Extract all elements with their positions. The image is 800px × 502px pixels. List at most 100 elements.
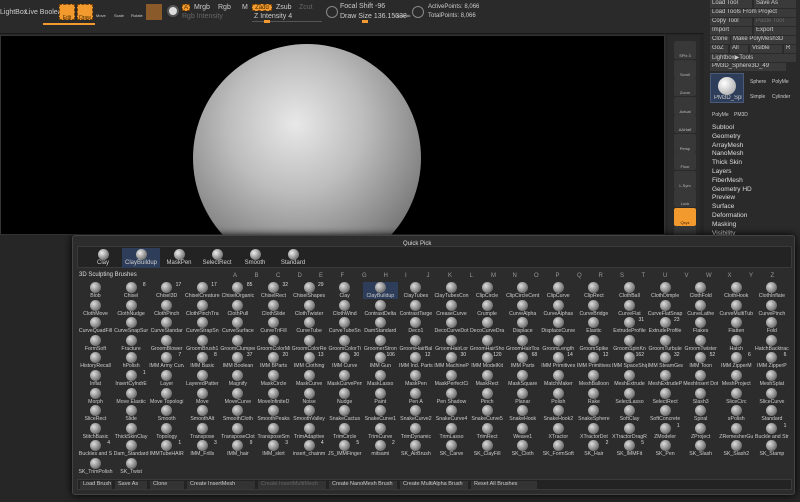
reset-all-brushes-button[interactable]: Reset All Brushes bbox=[471, 481, 537, 489]
brush-meshsplat[interactable]: MeshSplat bbox=[754, 370, 789, 387]
brush-imm-clothing[interactable]: IMM Clothing 13 bbox=[292, 352, 327, 369]
brush-curvetubesn[interactable]: CurveTubeSn bbox=[327, 317, 362, 334]
brush-clothpull[interactable]: ClothPull bbox=[220, 299, 255, 317]
scale-button[interactable]: Scale bbox=[114, 13, 124, 18]
letter-filter-a[interactable]: A bbox=[233, 273, 237, 279]
letter-filter-j[interactable]: J bbox=[427, 273, 430, 279]
brush-maskrect[interactable]: MaskRect bbox=[470, 370, 505, 387]
brush-morph[interactable]: Morph bbox=[78, 387, 113, 405]
brush-meshinsert-dot[interactable]: MeshInsert Dot bbox=[683, 370, 718, 387]
brush-groomcolorti[interactable]: GroomColorTi bbox=[327, 334, 362, 352]
load-tools-from-project-button[interactable]: Load Tools From Project bbox=[710, 9, 796, 17]
brush-slicerect[interactable]: SliceRect bbox=[78, 405, 113, 422]
menu-deformation[interactable]: Deformation bbox=[712, 212, 747, 219]
letter-filter-z[interactable]: Z bbox=[771, 273, 775, 279]
brush-historyrecall[interactable]: HistoryRecall bbox=[78, 352, 113, 369]
clone-button[interactable]: Clone bbox=[710, 36, 730, 44]
brush-clothpinch[interactable]: ClothPinch bbox=[149, 299, 184, 317]
brush-dam-standard[interactable]: Dam_Standard bbox=[114, 440, 149, 457]
brush-claytubes[interactable]: ClayTubes bbox=[398, 282, 433, 299]
brush-curvetube[interactable]: CurveTube bbox=[292, 317, 327, 334]
quick-pick-maskpen[interactable]: MaskPen bbox=[160, 248, 198, 268]
brush-groomtwister[interactable]: GroomTwister bbox=[683, 334, 718, 352]
brush-maskcurvepen[interactable]: MaskCurvePen bbox=[327, 370, 362, 387]
brush-buckles-and-s[interactable]: Buckles and S 4 bbox=[78, 440, 113, 457]
quick-pick-smooth[interactable]: Smooth bbox=[236, 248, 274, 268]
brush-sk-clayfill[interactable]: SK_ClayFill bbox=[470, 440, 505, 457]
brush-polish[interactable]: Polish bbox=[541, 387, 576, 405]
menu-layers[interactable]: Layers bbox=[712, 168, 732, 175]
rotate-button[interactable]: Rotate bbox=[131, 13, 143, 18]
lock-button[interactable]: Lock bbox=[674, 189, 696, 207]
brush-pinch[interactable]: Pinch bbox=[470, 387, 505, 405]
brush-trimadaptive[interactable]: TrimAdaptive bbox=[292, 422, 327, 440]
quick-pick-standard[interactable]: Standard bbox=[274, 248, 312, 268]
brush-groomerstron[interactable]: GroomerStron bbox=[363, 334, 398, 352]
brush-transpose[interactable]: Transpose bbox=[185, 422, 220, 440]
brush-clothfold[interactable]: ClothFold bbox=[683, 282, 718, 299]
brush-clothslide[interactable]: ClothSlide bbox=[256, 299, 291, 317]
brush-softconcrete[interactable]: SoftConcrete bbox=[648, 405, 683, 422]
brush-insert-chainm[interactable]: insert_chainm 4 bbox=[292, 440, 327, 457]
brush-snakehook[interactable]: SnakeHook bbox=[505, 405, 540, 422]
brush-inflat[interactable]: Inflat bbox=[78, 370, 113, 387]
brush-meshballoon[interactable]: MeshBalloon bbox=[576, 370, 611, 387]
brush-creasecurve[interactable]: CreaseCurve bbox=[434, 299, 469, 317]
brush-chiselorganic[interactable]: ChiselOrganic 85 bbox=[220, 282, 255, 299]
brush-sk-immfit[interactable]: SK_IMMFit 5 bbox=[612, 440, 647, 457]
brush-clothball[interactable]: ClothBall bbox=[612, 282, 647, 299]
brush-sk-hair[interactable]: SK_Hair 2 bbox=[576, 440, 611, 457]
brush-curvestrapsn[interactable]: CurveStrapSn bbox=[185, 317, 220, 334]
brush-cliprect[interactable]: ClipRect bbox=[576, 282, 611, 299]
brush-imm-skirt[interactable]: IMM_skirt 3 bbox=[256, 440, 291, 457]
mrgb-button[interactable]: Mrgb bbox=[194, 4, 210, 11]
brush-groomcolorre[interactable]: GroomColorRe bbox=[292, 334, 327, 352]
brush-xtractor[interactable]: XTractor bbox=[541, 422, 576, 440]
brush-imm-frills[interactable]: IMM_Frills 3 bbox=[185, 440, 220, 457]
brush-imm-toon[interactable]: IMM Toon 52 bbox=[683, 352, 718, 369]
menu-preview[interactable]: Preview bbox=[712, 194, 735, 201]
tool-thumb-simple[interactable]: Simple bbox=[748, 94, 770, 102]
brush-clothhook[interactable]: ClothHook bbox=[719, 282, 754, 299]
letter-filter-m[interactable]: M bbox=[491, 273, 496, 279]
brush-clipcircle[interactable]: ClipCircle bbox=[470, 282, 505, 299]
aahalf-button[interactable]: AAHalf bbox=[674, 115, 696, 133]
brush-maskpen[interactable]: MaskPen bbox=[398, 370, 433, 387]
letter-filter-e[interactable]: E bbox=[319, 273, 323, 279]
brush-slash3[interactable]: Slash3 bbox=[683, 387, 718, 405]
menu-fibermesh[interactable]: FiberMesh bbox=[712, 177, 743, 184]
brush-buckle-and-str[interactable]: Buckle and Str 1 bbox=[754, 422, 789, 440]
brush-clothdimple[interactable]: ClothDimple bbox=[648, 282, 683, 299]
brush-selectlasso[interactable]: SelectLasso bbox=[612, 387, 647, 405]
export-button[interactable]: Export bbox=[754, 27, 796, 35]
brush-imm-ind-parts[interactable]: IMM Ind. Parts 12 bbox=[398, 352, 433, 369]
rgb-intensity-slider[interactable]: Rgb Intensity bbox=[182, 13, 223, 20]
menu-arraymesh[interactable]: ArrayMesh bbox=[712, 142, 743, 149]
brush-slicecurve[interactable]: SliceCurve bbox=[754, 387, 789, 405]
brush-groomspinkn[interactable]: GroomSpinKn bbox=[612, 334, 647, 352]
brush-smoothcloth[interactable]: SmoothCloth bbox=[220, 405, 255, 422]
quick-pick-clay[interactable]: Clay bbox=[84, 248, 122, 268]
make-polymesh-button[interactable]: Make PolyMesh3D bbox=[731, 36, 796, 44]
brush-curvemultitub[interactable]: CurveMultiTub bbox=[719, 299, 754, 317]
clone-button[interactable]: Clone bbox=[150, 481, 184, 489]
save-as-button[interactable]: Save As bbox=[754, 0, 796, 8]
brush-softclay[interactable]: SoftClay bbox=[612, 405, 647, 422]
brush-hatch[interactable]: Hatch bbox=[719, 334, 754, 352]
copy-tool-button[interactable]: Copy Tool bbox=[710, 18, 752, 26]
brush-snakecactus[interactable]: SnakeCactus bbox=[327, 405, 362, 422]
menu-nanomesh[interactable]: NanoMesh bbox=[712, 150, 743, 157]
brush-chisel3d[interactable]: Chisel3D 17 bbox=[149, 282, 184, 299]
brush-groombrush1[interactable]: GroomBrush1 bbox=[185, 334, 220, 352]
brush-clipcirclecent[interactable]: ClipCircleCent bbox=[505, 282, 540, 299]
brush-groomspike[interactable]: GroomSpike bbox=[576, 334, 611, 352]
import-button[interactable]: Import bbox=[710, 27, 752, 35]
brush-selectrect[interactable]: SelectRect bbox=[648, 387, 683, 405]
brush-imm-army-curv[interactable]: IMM Army Curv 7 bbox=[149, 352, 184, 369]
brush-sk-stamp[interactable]: SK_Stamp bbox=[754, 440, 789, 457]
brush-move-topologi[interactable]: Move Topologi bbox=[149, 387, 184, 405]
brush-deco1[interactable]: Deco1 bbox=[398, 317, 433, 334]
brush-imm-curve[interactable]: IMM Curve 30 bbox=[327, 352, 362, 369]
brush-imm-boolean[interactable]: IMM Boolean 37 bbox=[220, 352, 255, 369]
brush-sk-twist[interactable]: SK_Twist bbox=[114, 458, 149, 475]
